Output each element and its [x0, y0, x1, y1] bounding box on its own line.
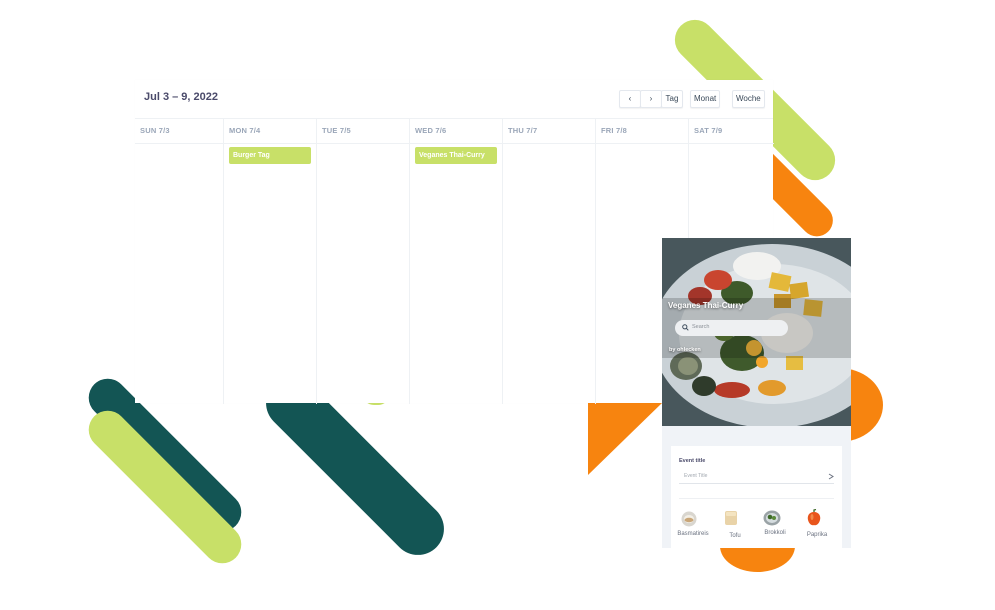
- bell-pepper-icon: [807, 508, 821, 526]
- day-header: SAT 7/9: [694, 126, 723, 135]
- recipe-title: Veganes Thai-Curry: [668, 301, 744, 310]
- day-header: FRI 7/8: [601, 126, 627, 135]
- ingredient-label: Brokkoli: [764, 530, 786, 536]
- day-header: WED 7/6: [415, 126, 447, 135]
- day-header: THU 7/7: [508, 126, 538, 135]
- event-title-label: Event title: [679, 458, 706, 464]
- calendar-toolbar: Jul 3 – 9, 2022 ‹ › Tag Monat Woche: [135, 80, 773, 118]
- day-column[interactable]: SUN 7/3: [135, 119, 223, 404]
- day-column[interactable]: MON 7/4 Burger Tag: [223, 119, 317, 404]
- event-title-input[interactable]: Event Title: [679, 469, 834, 484]
- recipe-hero-image: Veganes Thai-Curry Search by ohlecken: [662, 238, 851, 426]
- ingredient-label: Basmatireis: [677, 531, 709, 537]
- ingredient-item[interactable]: Tofu: [723, 509, 741, 539]
- day-column[interactable]: TUE 7/5: [316, 119, 410, 404]
- ingredient-item[interactable]: Paprika: [805, 508, 827, 538]
- ingredient-label: Paprika: [806, 532, 828, 538]
- next-week-button[interactable]: ›: [640, 90, 662, 108]
- search-placeholder: Search: [692, 324, 710, 330]
- search-icon: [682, 324, 689, 331]
- day-column[interactable]: THU 7/7: [502, 119, 596, 404]
- rice-bowl-icon: [681, 511, 697, 527]
- tofu-icon: [725, 511, 737, 525]
- event-form-card: Event title Event Title Basmatireis Tofu: [671, 446, 842, 548]
- week-view-button[interactable]: Woche: [732, 90, 765, 108]
- calendar-event[interactable]: Burger Tag: [229, 147, 311, 164]
- day-column[interactable]: WED 7/6 Veganes Thai-Curry: [409, 119, 503, 404]
- day-view-button[interactable]: Tag: [661, 90, 683, 108]
- calendar-range-title: Jul 3 – 9, 2022: [144, 91, 218, 103]
- divider: [679, 498, 834, 499]
- send-icon[interactable]: [828, 473, 834, 480]
- search-input[interactable]: Search: [675, 320, 788, 336]
- day-header: SUN 7/3: [140, 126, 170, 135]
- ingredient-label: Tofu: [729, 533, 741, 539]
- ingredient-item[interactable]: Basmatireis: [677, 511, 709, 537]
- month-view-button[interactable]: Monat: [690, 90, 721, 108]
- calendar-event[interactable]: Veganes Thai-Curry: [415, 147, 497, 164]
- day-header: TUE 7/5: [322, 126, 351, 135]
- day-header: MON 7/4: [229, 126, 261, 135]
- recipe-phone-card: Veganes Thai-Curry Search by ohlecken Ev…: [662, 238, 851, 548]
- prev-week-button[interactable]: ‹: [619, 90, 641, 108]
- broccoli-icon: [763, 510, 781, 526]
- event-title-placeholder: Event Title: [684, 473, 708, 479]
- decor-triangle: [588, 403, 662, 475]
- ingredient-item[interactable]: Brokkoli: [763, 510, 786, 536]
- recipe-author: by ohlecken: [669, 347, 701, 353]
